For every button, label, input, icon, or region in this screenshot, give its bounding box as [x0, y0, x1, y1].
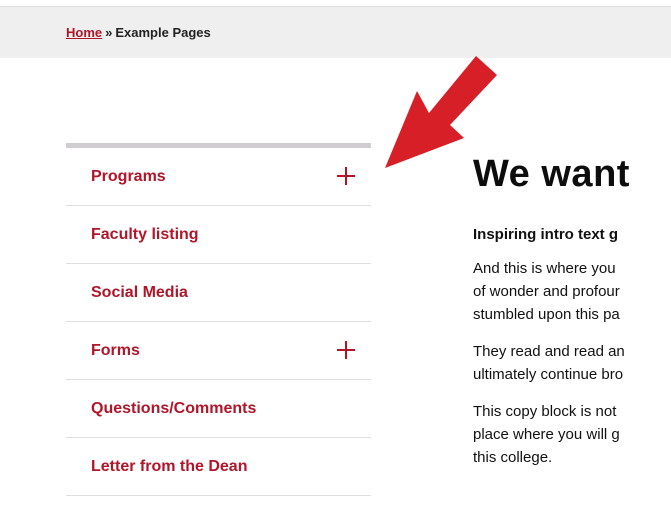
- plus-icon[interactable]: [337, 167, 355, 185]
- paragraph-line: this college.: [473, 449, 553, 466]
- sidebar-item-forms[interactable]: Forms: [66, 322, 371, 380]
- body-paragraph: They read and read an ultimately continu…: [473, 340, 671, 386]
- paragraph-line: stumbled upon this pa: [473, 306, 620, 323]
- paragraph-line: And this is where you: [473, 260, 616, 277]
- sidebar-item-label: Forms: [91, 342, 140, 359]
- body-paragraph: This copy block is not place where you w…: [473, 400, 671, 469]
- sidebar-item-letter-from-the-dean[interactable]: Letter from the Dean: [66, 438, 371, 496]
- breadcrumb-separator: »: [105, 25, 113, 40]
- sidebar-item-label: Letter from the Dean: [91, 458, 248, 475]
- breadcrumb-bar: Home» Example Pages: [0, 6, 671, 58]
- paragraph-line: ultimately continue bro: [473, 366, 624, 383]
- plus-icon[interactable]: [337, 341, 355, 359]
- sidebar-item-questions-comments[interactable]: Questions/Comments: [66, 380, 371, 438]
- sidebar-item-label: Questions/Comments: [91, 400, 257, 417]
- main-content: We want Inspiring intro text g And this …: [473, 150, 671, 469]
- sidebar-item-label: Programs: [91, 168, 166, 185]
- sidebar-item-label: Social Media: [91, 284, 188, 301]
- sidebar-item-label: Faculty listing: [91, 226, 199, 243]
- breadcrumb: Home» Example Pages: [66, 25, 211, 40]
- page-title: We want: [473, 153, 630, 195]
- sidebar-item-programs[interactable]: Programs: [66, 148, 371, 206]
- paragraph-line: They read and read an: [473, 343, 625, 360]
- breadcrumb-home-link[interactable]: Home: [66, 25, 102, 40]
- paragraph-line: place where you will g: [473, 426, 620, 443]
- sidebar-nav: Programs Faculty listing Social Media Fo…: [66, 143, 371, 496]
- sidebar-item-social-media[interactable]: Social Media: [66, 264, 371, 322]
- paragraph-line: This copy block is not: [473, 403, 617, 420]
- breadcrumb-current: Example Pages: [115, 25, 211, 40]
- sidebar-item-faculty-listing[interactable]: Faculty listing: [66, 206, 371, 264]
- body-paragraph: And this is where you of wonder and prof…: [473, 257, 671, 326]
- paragraph-line: of wonder and profour: [473, 283, 620, 300]
- intro-text: Inspiring intro text g: [473, 226, 618, 243]
